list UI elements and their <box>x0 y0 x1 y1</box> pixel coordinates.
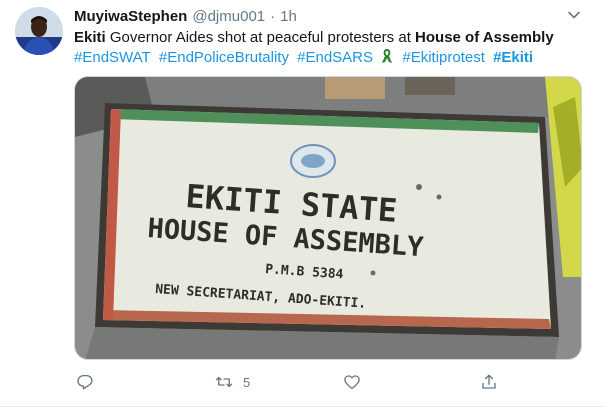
ribbon-emoji-icon <box>381 48 393 70</box>
separator-dot: · <box>270 8 276 25</box>
retweet-icon <box>214 373 234 391</box>
reply-icon <box>76 373 94 391</box>
tweet-time[interactable]: 1h <box>280 8 297 25</box>
chevron-down-icon[interactable] <box>566 7 582 23</box>
hashtag-endsars[interactable]: #EndSARS <box>297 49 373 66</box>
tweet-photo[interactable]: EKITI STATE HOUSE OF ASSEMBLY P.M.B 5384… <box>74 76 582 360</box>
like-button[interactable] <box>343 372 361 392</box>
hashtag-ekitiprotest[interactable]: #Ekitiprotest <box>402 49 485 66</box>
text-bold-ekiti: Ekiti <box>74 29 106 46</box>
tweet-card[interactable]: MuyiwaStephen @djmu001 · 1h Ekiti Govern… <box>0 0 604 407</box>
tweet-text-line-1: Ekiti Governor Aides shot at peaceful pr… <box>74 28 586 48</box>
hashtag-endpolicebrutality[interactable]: #EndPoliceBrutality <box>159 49 289 66</box>
author-name[interactable]: MuyiwaStephen <box>74 8 187 25</box>
avatar[interactable] <box>15 7 63 55</box>
retweet-count: 5 <box>243 374 251 390</box>
retweet-button[interactable]: 5 <box>205 372 250 392</box>
hashtag-line: #EndSWAT #EndPoliceBrutality #EndSARS #E… <box>74 48 586 70</box>
author-handle[interactable]: @djmu001 <box>192 8 265 25</box>
share-button[interactable] <box>480 372 498 392</box>
tweet-actions: 5 <box>74 370 582 394</box>
tweet-header: MuyiwaStephen @djmu001 · 1h <box>74 8 297 28</box>
text-plain: Governor Aides shot at peaceful proteste… <box>105 29 416 46</box>
hashtag-ekiti[interactable]: #Ekiti <box>493 49 533 66</box>
tweet-text: Ekiti Governor Aides shot at peaceful pr… <box>74 28 586 70</box>
text-bold-house: House of Assembly <box>415 29 554 46</box>
share-icon <box>480 373 498 391</box>
heart-icon <box>343 373 361 391</box>
hashtag-endswat[interactable]: #EndSWAT <box>74 49 151 66</box>
reply-button[interactable] <box>76 372 94 392</box>
